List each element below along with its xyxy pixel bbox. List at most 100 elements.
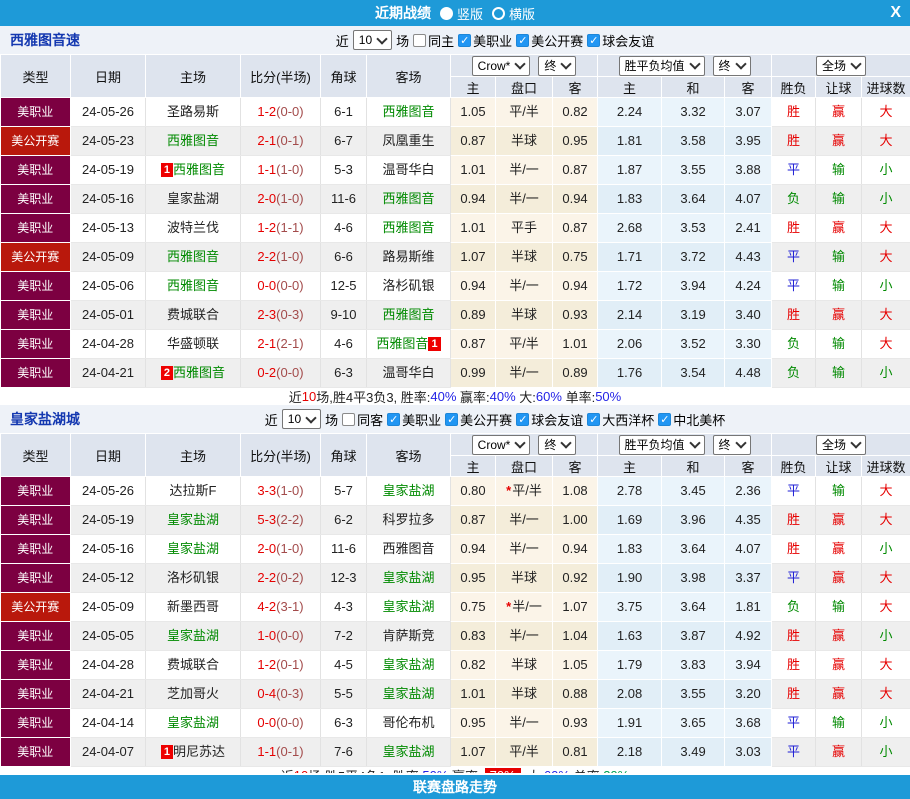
home-team-name: 皇家盐湖 — [166, 191, 219, 206]
league-checkbox[interactable]: 球会友谊 — [516, 410, 583, 429]
league-checkbox[interactable]: 美公开赛 — [445, 410, 512, 429]
home-team-name: 芝加哥火 — [166, 686, 219, 701]
scope-select[interactable]: 全场 — [816, 434, 867, 455]
ou-result-cell: 大 — [861, 563, 910, 593]
scope-select[interactable]: 全场 — [816, 55, 867, 76]
chevron-down-icon — [560, 58, 573, 70]
wdl-result-cell: 平 — [771, 155, 817, 185]
away-team-name: 西雅图音 — [382, 220, 435, 235]
away-odds-cell: 0.88 — [552, 679, 599, 709]
away-odds-cell: 1.01 — [552, 329, 599, 359]
away-team-cell: 哥伦布机 — [366, 708, 451, 738]
odds-time-select[interactable]: 终 — [538, 55, 577, 76]
layout-option-vertical[interactable]: 竖版 — [439, 4, 483, 23]
avg-select[interactable]: 胜平负均值 — [618, 55, 705, 76]
corners-cell: 4-5 — [320, 650, 367, 680]
avg-away-cell: 4.43 — [724, 242, 773, 272]
score-cell: 0-2(0-0) — [240, 358, 321, 388]
ou-result-cell: 小 — [861, 708, 910, 738]
wdl-result-cell: 胜 — [771, 650, 817, 680]
away-team-cell: 温哥华白 — [366, 155, 451, 185]
away-team-cell: 西雅图音 — [366, 300, 451, 330]
col-header-type: 类型 — [0, 54, 71, 98]
home-odds-cell: 0.95 — [450, 708, 496, 738]
close-icon[interactable]: X — [890, 2, 901, 24]
table-row: 美职业 24-05-05 皇家盐湖 1-0(0-0) 7-2 肯萨斯竞 0.83 半/一 1.0… — [0, 621, 910, 651]
home-team-name: 洛杉矶银 — [166, 570, 219, 585]
avg-select[interactable]: 胜平负均值 — [618, 434, 705, 455]
match-count-select[interactable]: 10 — [352, 30, 393, 50]
avg-away-cell: 3.68 — [724, 708, 773, 738]
footer-bar-league-handicap-trend[interactable]: 联赛盘路走势 — [0, 773, 910, 799]
league-checkbox[interactable]: 美职业 — [458, 31, 512, 50]
team-name: 西雅图音速 — [10, 32, 80, 48]
home-odds-cell: 0.95 — [450, 563, 496, 593]
ou-result-cell: 小 — [861, 271, 910, 301]
score-cell: 2-1(2-1) — [240, 329, 321, 359]
games-label: 场 — [325, 412, 339, 428]
away-odds-cell: 0.93 — [552, 708, 599, 738]
handicap-result-cell: 赢 — [815, 505, 863, 535]
ou-result-cell: 大 — [861, 476, 910, 506]
home-team-name: 西雅图音 — [173, 365, 226, 380]
avg-time-select[interactable]: 终 — [712, 434, 751, 455]
league-type-cell: 美职业 — [0, 621, 71, 651]
layout-option-horizontal[interactable]: 横版 — [492, 4, 535, 23]
match-count-select[interactable]: 10 — [281, 409, 322, 429]
bookmaker-select[interactable]: Crow* — [471, 55, 531, 76]
handicap-result-cell: 赢 — [815, 213, 863, 243]
away-odds-cell: 0.89 — [552, 358, 599, 388]
fulltime-score: 4-2 — [257, 599, 277, 614]
date-cell: 24-05-09 — [70, 592, 146, 622]
fulltime-score: 5-3 — [257, 512, 277, 527]
table-row: 美职业 24-05-26 达拉斯F 3-3(1-0) 5-7 皇家盐湖 0.80 *平/半 1.… — [0, 476, 910, 506]
avg-away-cell: 2.41 — [724, 213, 773, 243]
league-checkbox[interactable]: 大西洋杯 — [587, 410, 654, 429]
date-cell: 24-05-01 — [70, 300, 146, 330]
sub-header-avg-home: 主 — [597, 76, 663, 98]
home-odds-cell: 1.01 — [450, 155, 496, 185]
home-team-cell: 洛杉矶银 — [145, 563, 241, 593]
away-team-cell: 皇家盐湖 — [366, 679, 451, 709]
avg-select-value: 胜平负均值 — [624, 59, 685, 73]
table-row: 美职业 24-04-14 皇家盐湖 0-0(0-0) 6-3 哥伦布机 0.95 半/一 0.9… — [0, 708, 910, 738]
away-team-name: 凤凰重生 — [382, 133, 435, 148]
avg-time-select[interactable]: 终 — [712, 55, 751, 76]
same-venue-checkbox[interactable]: 同主 — [413, 31, 454, 50]
away-team-cell: 路易斯维 — [366, 242, 451, 272]
league-checkbox[interactable]: 中北美杯 — [658, 410, 725, 429]
team-section-salt-lake: 皇家盐湖城 近 10 场 同客 美职业美公开赛球会友谊大西洋杯中北美杯 — [0, 405, 910, 784]
league-checkbox[interactable]: 球会友谊 — [587, 31, 654, 50]
summary-segment: 大: — [515, 390, 536, 405]
avg-group-header: 胜平负均值 终 — [597, 433, 773, 456]
bookmaker-select[interactable]: Crow* — [471, 434, 531, 455]
away-team-name: 温哥华白 — [382, 162, 435, 177]
table-row: 美职业 24-04-28 华盛顿联 2-1(2-1) 4-6 西雅图音 1 0.87 平/半 1.… — [0, 329, 910, 359]
wdl-result-cell: 平 — [771, 708, 817, 738]
same-venue-checkbox[interactable]: 同客 — [342, 410, 383, 429]
col-header-date: 日期 — [70, 54, 146, 98]
table-row: 美职业 24-05-16 皇家盐湖 2-0(1-0) 11-6 西雅图音 0.94 半/一 0.… — [0, 184, 910, 214]
near-label: 近 — [335, 33, 349, 49]
league-type-cell: 美职业 — [0, 213, 71, 243]
sub-header-avg-draw: 和 — [661, 455, 726, 477]
avg-home-cell: 3.75 — [597, 592, 663, 622]
handicap-cell: 半球 — [495, 126, 553, 156]
odds-time-select[interactable]: 终 — [538, 434, 577, 455]
summary-segment: 10 — [301, 389, 317, 404]
home-odds-cell: 0.89 — [450, 300, 496, 330]
fulltime-score: 0-4 — [257, 686, 277, 701]
filter-bar: 近 10 场 同主 美职业 美公开赛 球会友谊 — [80, 30, 910, 50]
matches-table: 类型 日期 主场 比分(半场) 角球 客场 Crow* 终 胜平负均值 终 全场… — [0, 433, 910, 767]
handicap-cell: 半/一 — [495, 184, 553, 214]
home-team-cell: 费城联合 — [145, 300, 241, 330]
avg-away-cell: 4.07 — [724, 184, 773, 214]
league-type-cell: 美职业 — [0, 505, 71, 535]
away-team-cell: 皇家盐湖 — [366, 737, 451, 767]
away-team-name: 皇家盐湖 — [382, 483, 435, 498]
away-team-cell: 皇家盐湖 — [366, 592, 451, 622]
avg-draw-cell: 3.32 — [661, 97, 726, 127]
home-team-cell: 波特兰伐 — [145, 213, 241, 243]
league-checkbox[interactable]: 美职业 — [387, 410, 441, 429]
league-checkbox[interactable]: 美公开赛 — [516, 31, 583, 50]
